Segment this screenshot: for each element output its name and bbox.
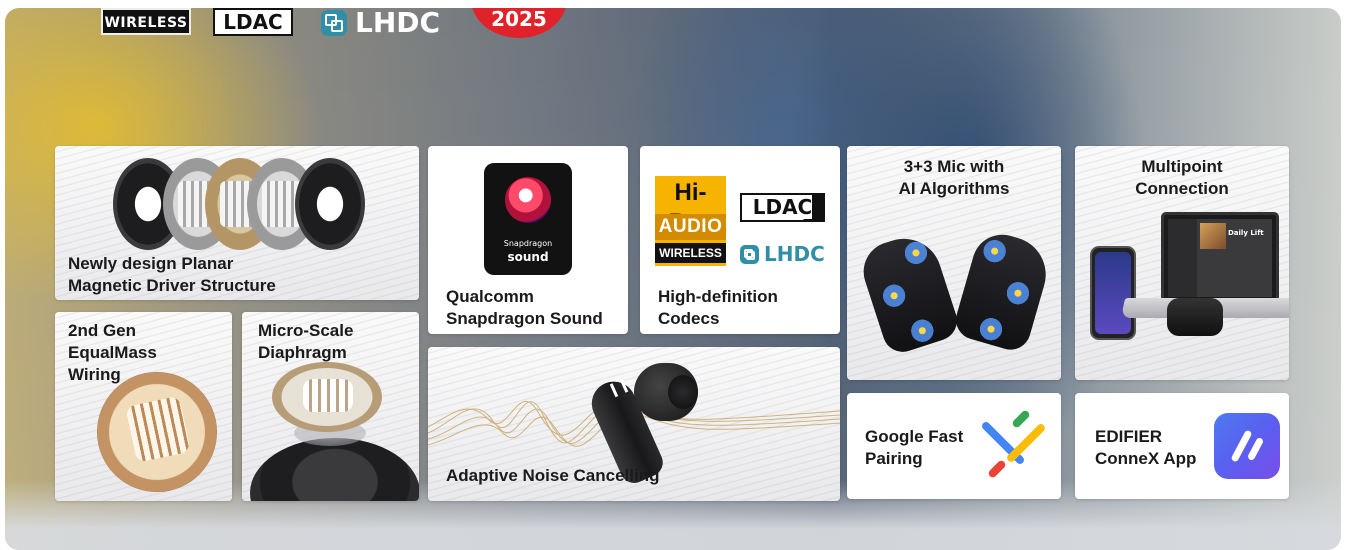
phone-image [1090, 246, 1136, 340]
mic-highlight [974, 313, 1008, 346]
album-art [1200, 223, 1226, 249]
snapdragon-icon: Snapdragon sound [484, 163, 572, 275]
card-equalmass: 2nd Gen EqualMass Wiring [55, 312, 232, 501]
card-codecs: Hi-Res AUDIO WIRELESS LDAC LHDC High-def… [640, 146, 840, 334]
snapdragon-logo-text: Snapdragon [503, 239, 553, 248]
ldac-logo: LDAC [740, 193, 825, 222]
feature-label: Multipoint Connection [1135, 157, 1229, 198]
card-planar-driver: Newly design Planar Magnetic Driver Stru… [55, 146, 419, 300]
mic-highlight [1001, 277, 1035, 310]
feature-label: Google Fast Pairing [865, 427, 964, 468]
lhdc-icon [740, 244, 759, 264]
card-diaphragm: Micro-Scale Diaphragm [242, 312, 419, 501]
lhdc-logo: LHDC [321, 8, 440, 40]
feature-label: 2nd Gen EqualMass Wiring [68, 321, 157, 384]
snapdragon-dragon-mark [505, 177, 551, 223]
lhdc-icon [321, 10, 347, 36]
ldac-logo: LDAC [213, 8, 293, 36]
edifier-connex-icon [1214, 413, 1280, 479]
earbuds-case-image [1167, 298, 1223, 336]
feature-banner: WIRELESS LDAC LHDC 2025 Newly design Pla… [5, 8, 1341, 550]
feature-label: Micro-Scale Diaphragm [258, 321, 354, 362]
mic-highlight [905, 314, 939, 348]
ldac-text: LDAC [752, 195, 813, 219]
lhdc-text: LHDC [764, 242, 825, 266]
snapdragon-sound-text: sound [507, 250, 549, 264]
mic-highlight [978, 235, 1011, 268]
hi-res-audio-logo: Hi-Res AUDIO WIRELESS [655, 176, 726, 266]
wireless-text: WIRELESS [655, 243, 726, 263]
audio-text: AUDIO [655, 214, 726, 240]
diaphragm-image [272, 362, 382, 432]
card-multipoint: Multipoint Connection Daily Lift [1075, 146, 1289, 380]
laptop-image: Daily Lift [1161, 212, 1279, 304]
feature-label: EDIFIER ConneX App [1095, 427, 1197, 468]
card-edifier-connex: EDIFIER ConneX App [1075, 393, 1289, 499]
card-anc: Adaptive Noise Cancelling [428, 347, 840, 501]
driver-frame-image [295, 158, 365, 250]
mic-highlight [877, 279, 911, 313]
google-fast-pair-icon [973, 407, 1049, 483]
feature-label: High-definition Codecs [658, 287, 778, 328]
feature-label: 3+3 Mic with AI Algorithms [898, 157, 1010, 198]
feature-label: Qualcomm Snapdragon Sound [446, 287, 603, 328]
card-snapdragon-sound: Snapdragon sound Qualcomm Snapdragon Sou… [428, 146, 628, 334]
feature-label: Adaptive Noise Cancelling [446, 466, 660, 485]
card-mics: 3+3 Mic with AI Algorithms [847, 146, 1061, 380]
lhdc-logo-text: LHDC [355, 8, 441, 39]
feature-label: Newly design Planar Magnetic Driver Stru… [68, 254, 276, 295]
lhdc-logo: LHDC [740, 242, 825, 266]
laptop-track-title: Daily Lift [1228, 229, 1264, 237]
card-google-fast-pair: Google Fast Pairing [847, 393, 1061, 499]
wireless-logo: WIRELESS [101, 8, 191, 35]
